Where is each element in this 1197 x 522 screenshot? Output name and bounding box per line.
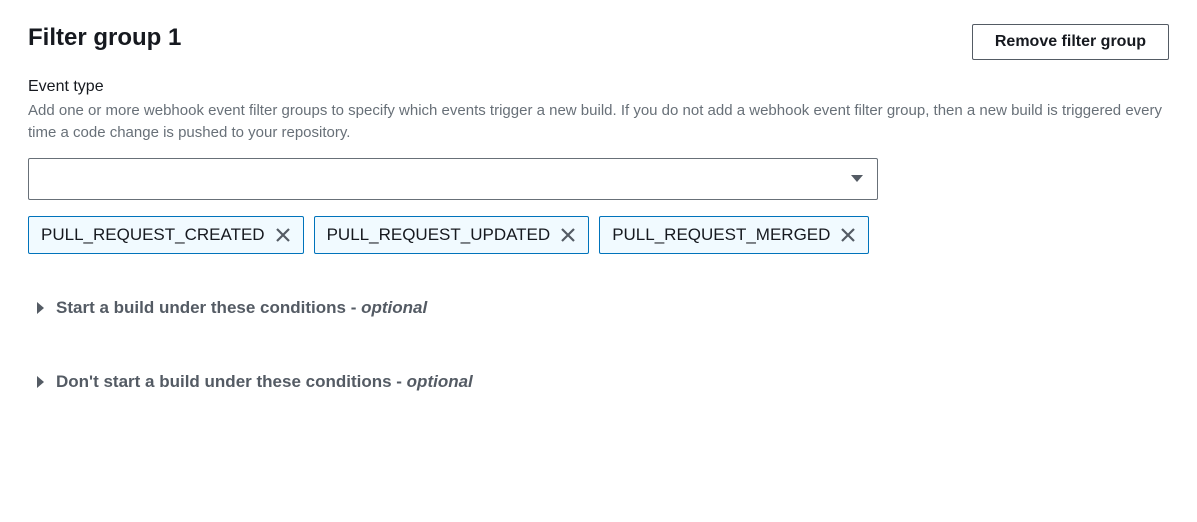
dont-start-build-conditions-expander[interactable]: Don't start a build under these conditio… [28,372,1169,392]
close-icon [275,227,291,243]
caret-right-icon [36,375,46,389]
start-build-conditions-expander[interactable]: Start a build under these conditions - o… [28,298,1169,318]
event-tag-label: PULL_REQUEST_CREATED [41,225,265,245]
remove-tag-button[interactable] [275,227,291,243]
remove-filter-group-button[interactable]: Remove filter group [972,24,1169,60]
event-type-select[interactable] [28,158,878,200]
event-tag: PULL_REQUEST_MERGED [599,216,869,254]
event-type-tags: PULL_REQUEST_CREATED PULL_REQUEST_UPDATE… [28,216,1169,254]
close-icon [560,227,576,243]
remove-tag-button[interactable] [840,227,856,243]
close-icon [840,227,856,243]
event-tag: PULL_REQUEST_UPDATED [314,216,590,254]
event-tag-label: PULL_REQUEST_MERGED [612,225,830,245]
remove-tag-button[interactable] [560,227,576,243]
filter-group-title: Filter group 1 [28,24,181,52]
dont-start-build-conditions-label: Don't start a build under these conditio… [56,372,473,392]
event-tag-label: PULL_REQUEST_UPDATED [327,225,551,245]
start-build-conditions-label: Start a build under these conditions - o… [56,298,427,318]
event-type-description: Add one or more webhook event filter gro… [28,100,1168,144]
event-tag: PULL_REQUEST_CREATED [28,216,304,254]
event-type-label: Event type [28,78,1169,96]
caret-right-icon [36,301,46,315]
